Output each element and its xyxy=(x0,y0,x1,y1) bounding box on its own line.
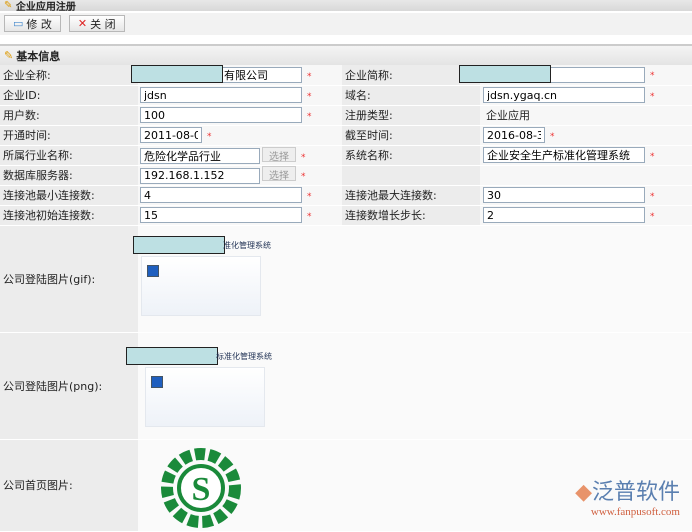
redaction xyxy=(131,64,223,83)
label: 公司登陆图片(gif): xyxy=(0,225,138,333)
label: 连接数增长步长: xyxy=(342,205,480,226)
system-name-input[interactable] xyxy=(483,147,645,163)
label: 公司首页图片: xyxy=(0,439,138,532)
redaction xyxy=(133,235,225,254)
domain-input[interactable] xyxy=(483,87,645,103)
required-mark: * xyxy=(307,91,312,102)
label: 数据库服务器: xyxy=(0,165,138,186)
brand-icon: ◆ xyxy=(575,480,592,505)
folder-icon: ✎ xyxy=(4,49,14,62)
gif-caption: 准化管理系统 xyxy=(223,240,271,250)
close-label: 关 闭 xyxy=(90,17,116,31)
edit-button[interactable]: ▭ 修 改 xyxy=(4,15,61,32)
required-mark: * xyxy=(650,191,655,202)
label: 企业全称: xyxy=(0,65,138,86)
section-title: 基本信息 xyxy=(16,49,61,63)
required-mark: * xyxy=(307,71,312,82)
pool-max-input[interactable] xyxy=(483,187,645,203)
required-mark: * xyxy=(307,191,312,202)
label: 公司登陆图片(png): xyxy=(0,332,138,440)
required-mark: * xyxy=(650,71,655,82)
label: 系统名称: xyxy=(342,145,480,166)
pool-step-input[interactable] xyxy=(483,207,645,223)
required-mark: * xyxy=(301,152,306,163)
required-mark: * xyxy=(550,131,555,142)
empty-cell xyxy=(480,165,692,186)
watermark-logo: ◆泛普软件 www.fanpusoft.com xyxy=(575,474,680,518)
id-input[interactable] xyxy=(140,87,302,103)
company-home-image: S xyxy=(161,447,241,528)
label: 连接池最小连接数: xyxy=(0,185,138,206)
edit-icon: ▭ xyxy=(13,17,24,30)
required-mark: * xyxy=(650,211,655,222)
label: 连接池最大连接数: xyxy=(342,185,480,206)
label: 注册类型: xyxy=(342,105,480,126)
edit-icon: ✎ xyxy=(4,0,13,11)
close-button[interactable]: ✕ 关 闭 xyxy=(68,15,125,32)
window-title: ✎ 企业应用注册 xyxy=(0,0,692,11)
computer-icon xyxy=(147,264,159,277)
end-date-input[interactable] xyxy=(483,127,545,143)
svg-text:S: S xyxy=(192,471,211,508)
gif-login-image xyxy=(141,255,261,316)
db-select-button[interactable]: 选择 xyxy=(262,166,296,182)
toolbar: ▭ 修 改 ✕ 关 闭 xyxy=(0,13,692,35)
png-caption: 标准化管理系统 xyxy=(216,351,272,361)
brand-url: www.fanpusoft.com xyxy=(590,506,680,518)
required-mark: * xyxy=(307,111,312,122)
window-title-text: 企业应用注册 xyxy=(15,2,76,11)
db-server-input[interactable] xyxy=(140,167,260,184)
label: 用户数: xyxy=(0,105,138,126)
required-mark: * xyxy=(207,131,212,142)
label: 所属行业名称: xyxy=(0,145,138,166)
required-mark: * xyxy=(650,152,655,162)
pool-init-input[interactable] xyxy=(140,207,302,223)
reg-type-value: 企业应用 xyxy=(480,105,692,126)
brand-name: 泛普软件 xyxy=(591,480,680,505)
industry-select-button[interactable]: 选择 xyxy=(262,146,296,163)
computer-icon xyxy=(151,375,163,388)
required-mark: * xyxy=(650,91,655,102)
label: 连接池初始连接数: xyxy=(0,205,138,226)
png-login-image xyxy=(145,366,265,427)
users-input[interactable] xyxy=(140,107,302,123)
close-icon: ✕ xyxy=(77,17,88,30)
redaction xyxy=(459,64,551,83)
pool-min-input[interactable] xyxy=(140,187,302,203)
industry-input[interactable] xyxy=(140,147,260,164)
required-mark: * xyxy=(301,172,306,183)
label: 开通时间: xyxy=(0,125,138,146)
empty-cell xyxy=(342,165,480,186)
basic-info-section: ✎基本信息 企业全称: * 企业简称: * 企业ID: * 域名: * 用户数:… xyxy=(0,44,692,532)
required-mark: * xyxy=(307,211,312,222)
edit-label: 修 改 xyxy=(26,17,52,31)
label: 截至时间: xyxy=(342,125,480,146)
redaction xyxy=(126,346,218,365)
label: 企业ID: xyxy=(0,85,138,106)
open-date-input[interactable] xyxy=(140,127,202,143)
label: 域名: xyxy=(342,85,480,106)
